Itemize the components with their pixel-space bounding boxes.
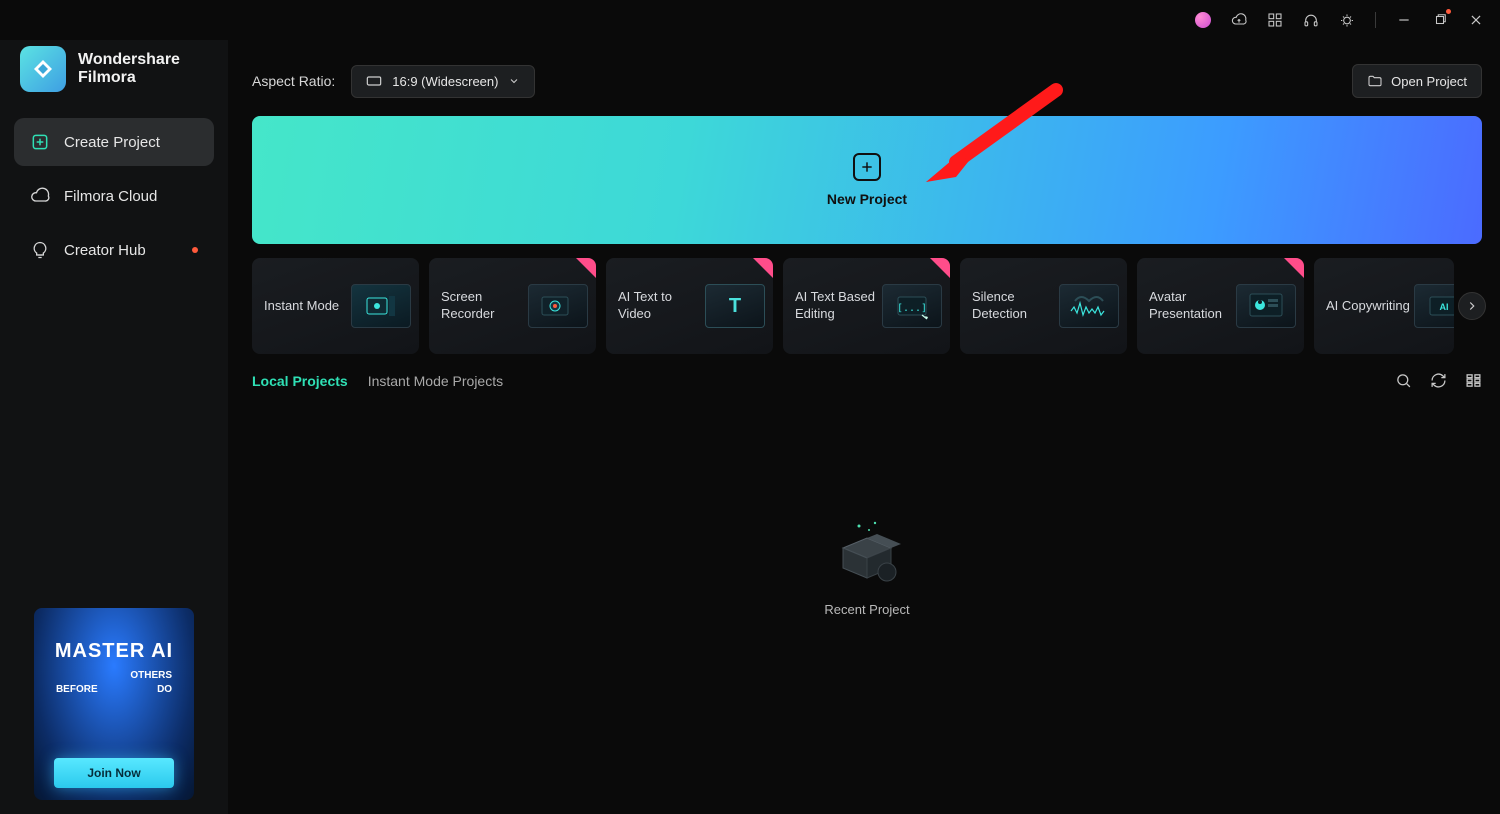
refresh-icon[interactable] — [1430, 372, 1447, 389]
aspect-ratio-select[interactable]: 16:9 (Widescreen) — [351, 65, 535, 98]
avatar-icon[interactable] — [1195, 12, 1211, 28]
brand-logo-icon — [20, 46, 66, 92]
plus-icon — [853, 153, 881, 181]
empty-box-icon — [823, 518, 911, 588]
folder-icon — [1367, 73, 1383, 89]
notification-dot-icon — [192, 247, 198, 253]
brand-line2: Filmora — [78, 69, 180, 87]
feature-thumb-icon — [1059, 284, 1119, 328]
feature-thumb-icon: AI — [1414, 284, 1454, 328]
sidebar-item-label: Filmora Cloud — [64, 188, 157, 205]
sidebar-item-filmora-cloud[interactable]: Filmora Cloud — [14, 172, 214, 220]
empty-label: Recent Project — [824, 602, 909, 617]
promo-subtitle: BEFORE OTHERSDO — [56, 669, 172, 697]
feature-thumb-icon: [...] — [882, 284, 942, 328]
cloud-icon — [30, 186, 50, 206]
promo-join-button[interactable]: Join Now — [54, 758, 174, 788]
tab-instant-mode-projects[interactable]: Instant Mode Projects — [368, 373, 503, 389]
sidebar-item-label: Creator Hub — [64, 242, 146, 259]
feature-avatar-presentation[interactable]: Avatar Presentation — [1137, 258, 1304, 354]
feature-thumb-icon: T — [705, 284, 765, 328]
new-badge-icon — [576, 258, 596, 278]
maximize-icon[interactable] — [1432, 12, 1448, 28]
search-icon[interactable] — [1395, 372, 1412, 389]
feature-ai-text-based-editing[interactable]: AI Text Based Editing [...] — [783, 258, 950, 354]
lightbulb-icon — [30, 240, 50, 260]
chevron-down-icon — [508, 75, 520, 87]
sidebar-item-label: Create Project — [64, 134, 160, 151]
new-project-label: New Project — [827, 191, 907, 207]
project-tabs: Local Projects Instant Mode Projects — [252, 372, 1482, 389]
sidebar: Wondershare Filmora Create Project Filmo… — [0, 40, 228, 814]
brand-line1: Wondershare — [78, 51, 180, 69]
feature-thumb-icon — [528, 284, 588, 328]
brand: Wondershare Filmora — [20, 46, 208, 92]
plus-square-icon — [30, 132, 50, 152]
new-project-button[interactable]: New Project — [252, 116, 1482, 244]
open-project-label: Open Project — [1391, 74, 1467, 89]
sidebar-item-create-project[interactable]: Create Project — [14, 118, 214, 166]
features-next-button[interactable] — [1458, 292, 1486, 320]
view-grid-icon[interactable] — [1465, 372, 1482, 389]
titlebar-divider — [1375, 12, 1376, 28]
feature-thumb-icon — [1236, 284, 1296, 328]
feature-silence-detection[interactable]: Silence Detection — [960, 258, 1127, 354]
sidebar-item-creator-hub[interactable]: Creator Hub — [14, 226, 214, 274]
aspect-ratio-value: 16:9 (Widescreen) — [392, 74, 498, 89]
new-badge-icon — [1284, 258, 1304, 278]
bug-icon[interactable] — [1339, 12, 1355, 28]
feature-instant-mode[interactable]: Instant Mode — [252, 258, 419, 354]
svg-text:AI: AI — [1440, 302, 1449, 312]
feature-screen-recorder[interactable]: Screen Recorder — [429, 258, 596, 354]
new-badge-icon — [930, 258, 950, 278]
close-icon[interactable] — [1468, 12, 1484, 28]
features-row: Instant Mode Screen Recorder AI Text to … — [252, 258, 1482, 354]
minimize-icon[interactable] — [1396, 12, 1412, 28]
cloud-upload-icon[interactable] — [1231, 12, 1247, 28]
open-project-button[interactable]: Open Project — [1352, 64, 1482, 98]
titlebar — [0, 0, 1500, 40]
aspect-ratio-label: Aspect Ratio: — [252, 73, 335, 89]
promo-card[interactable]: MASTER AI BEFORE OTHERSDO Join Now — [34, 608, 194, 800]
svg-text:[...]: [...] — [897, 303, 927, 314]
promo-title: MASTER AI — [55, 640, 173, 663]
headset-icon[interactable] — [1303, 12, 1319, 28]
main: Aspect Ratio: 16:9 (Widescreen) Open Pro… — [228, 40, 1500, 814]
monitor-icon — [366, 75, 382, 87]
feature-ai-text-to-video[interactable]: AI Text to Video T — [606, 258, 773, 354]
feature-thumb-icon — [351, 284, 411, 328]
feature-ai-copywriting[interactable]: AI Copywriting AI — [1314, 258, 1454, 354]
new-badge-icon — [753, 258, 773, 278]
recent-projects-empty: Recent Project — [252, 397, 1482, 737]
top-row: Aspect Ratio: 16:9 (Widescreen) Open Pro… — [252, 64, 1482, 98]
tab-local-projects[interactable]: Local Projects — [252, 373, 348, 389]
apps-grid-icon[interactable] — [1267, 12, 1283, 28]
